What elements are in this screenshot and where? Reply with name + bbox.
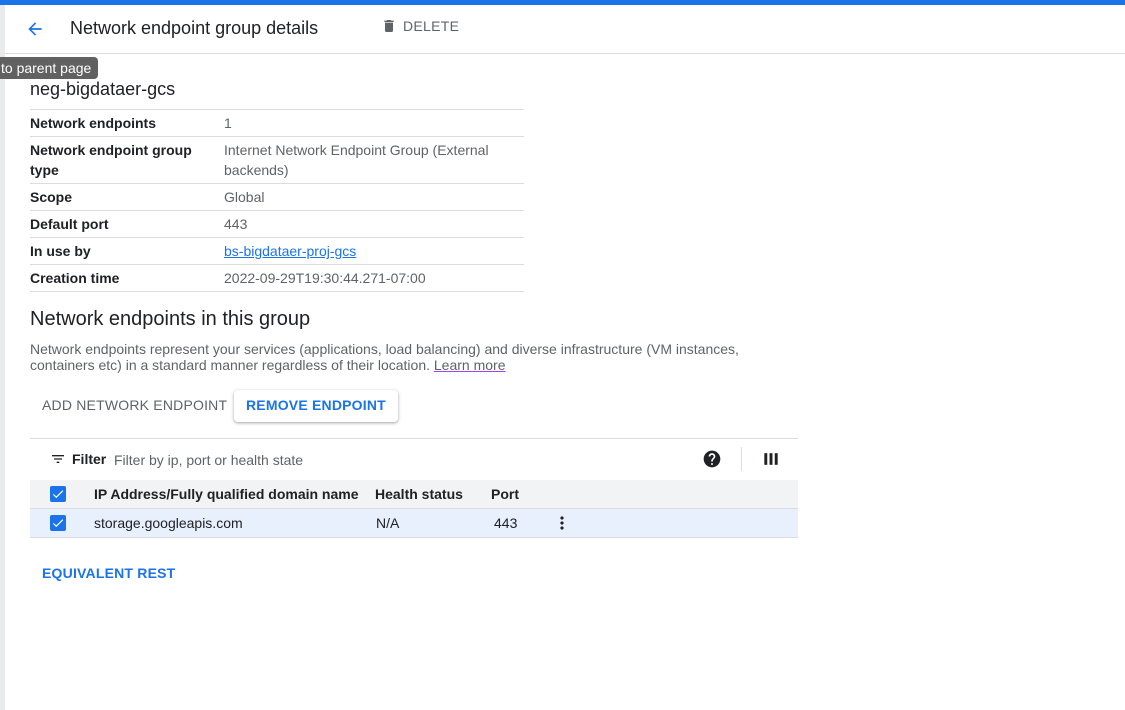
table-header: IP Address/Fully qualified domain name H…: [30, 480, 798, 509]
add-network-endpoint-button[interactable]: ADD NETWORK ENDPOINT: [30, 390, 239, 422]
check-icon: [52, 490, 64, 499]
trash-icon: [384, 20, 394, 32]
detail-key: Network endpoint group type: [30, 136, 224, 184]
detail-key: Network endpoints: [30, 109, 224, 137]
detail-row: Network endpoints 1: [30, 109, 524, 137]
arrow-back-icon: [28, 22, 42, 36]
help-button[interactable]: [702, 449, 722, 469]
left-scroll-edge: [0, 5, 5, 710]
endpoint-port: 443: [494, 515, 518, 531]
detail-value: 2022-09-29T19:30:44.271-07:00: [224, 264, 524, 292]
filter-input[interactable]: [112, 447, 616, 473]
detail-row: Creation time 2022-09-29T19:30:44.271-07…: [30, 264, 524, 292]
select-all-checkbox[interactable]: [50, 486, 66, 502]
description-text: Network endpoints represent your service…: [30, 341, 739, 373]
column-header-port[interactable]: Port: [491, 486, 519, 502]
column-header-health[interactable]: Health status: [375, 486, 463, 502]
row-actions-button[interactable]: [550, 513, 574, 533]
detail-value-cell: bs-bigdataer-proj-gcs: [224, 237, 524, 265]
column-display-icon: [764, 453, 778, 465]
filter-button[interactable]: Filter: [50, 451, 106, 467]
more-vert-icon: [560, 516, 564, 530]
detail-key: Scope: [30, 183, 224, 211]
page-header: Network endpoint group details DELETE: [5, 5, 1125, 54]
detail-row: Network endpoint group type Internet Net…: [30, 136, 524, 184]
detail-row: In use by bs-bigdataer-proj-gcs: [30, 237, 524, 265]
remove-endpoint-button[interactable]: REMOVE ENDPOINT: [234, 390, 398, 422]
equivalent-rest-button[interactable]: EQUIVALENT REST: [42, 565, 175, 581]
endpoints-section-title: Network endpoints in this group: [30, 308, 311, 330]
back-button[interactable]: [21, 15, 49, 43]
toolbar-divider: [741, 447, 742, 471]
detail-row: Default port 443: [30, 210, 524, 238]
filter-label: Filter: [72, 451, 107, 467]
detail-key: Default port: [30, 210, 224, 238]
detail-row: Scope Global: [30, 183, 524, 211]
detail-value: Global: [224, 183, 524, 211]
help-circle-icon: [703, 450, 721, 468]
learn-more-link[interactable]: Learn more: [434, 357, 506, 373]
back-tooltip: to parent page: [0, 57, 99, 79]
column-header-address[interactable]: IP Address/Fully qualified domain name: [94, 486, 359, 502]
detail-value: Internet Network Endpoint Group (Externa…: [224, 136, 524, 184]
detail-key: Creation time: [30, 264, 224, 292]
detail-value: 443: [224, 210, 524, 238]
table-row[interactable]: storage.googleapis.com N/A 443: [30, 509, 798, 538]
detail-key: In use by: [30, 237, 224, 265]
filter-list-icon: [52, 455, 64, 463]
endpoint-health: N/A: [376, 515, 400, 531]
resource-name: neg-bigdataer-gcs: [30, 79, 176, 99]
detail-value: 1: [224, 109, 524, 137]
column-display-button[interactable]: [761, 449, 781, 469]
delete-button[interactable]: DELETE: [381, 18, 459, 34]
row-checkbox[interactable]: [50, 515, 66, 531]
in-use-by-link[interactable]: bs-bigdataer-proj-gcs: [224, 243, 356, 259]
endpoints-section-description: Network endpoints represent your service…: [30, 341, 770, 373]
delete-button-label: DELETE: [403, 18, 460, 34]
details-table: Network endpoints 1 Network endpoint gro…: [30, 109, 524, 292]
filter-bar: Filter: [30, 438, 798, 481]
endpoint-address: storage.googleapis.com: [94, 515, 243, 531]
page-title: Network endpoint group details: [70, 18, 319, 38]
check-icon: [52, 519, 64, 528]
